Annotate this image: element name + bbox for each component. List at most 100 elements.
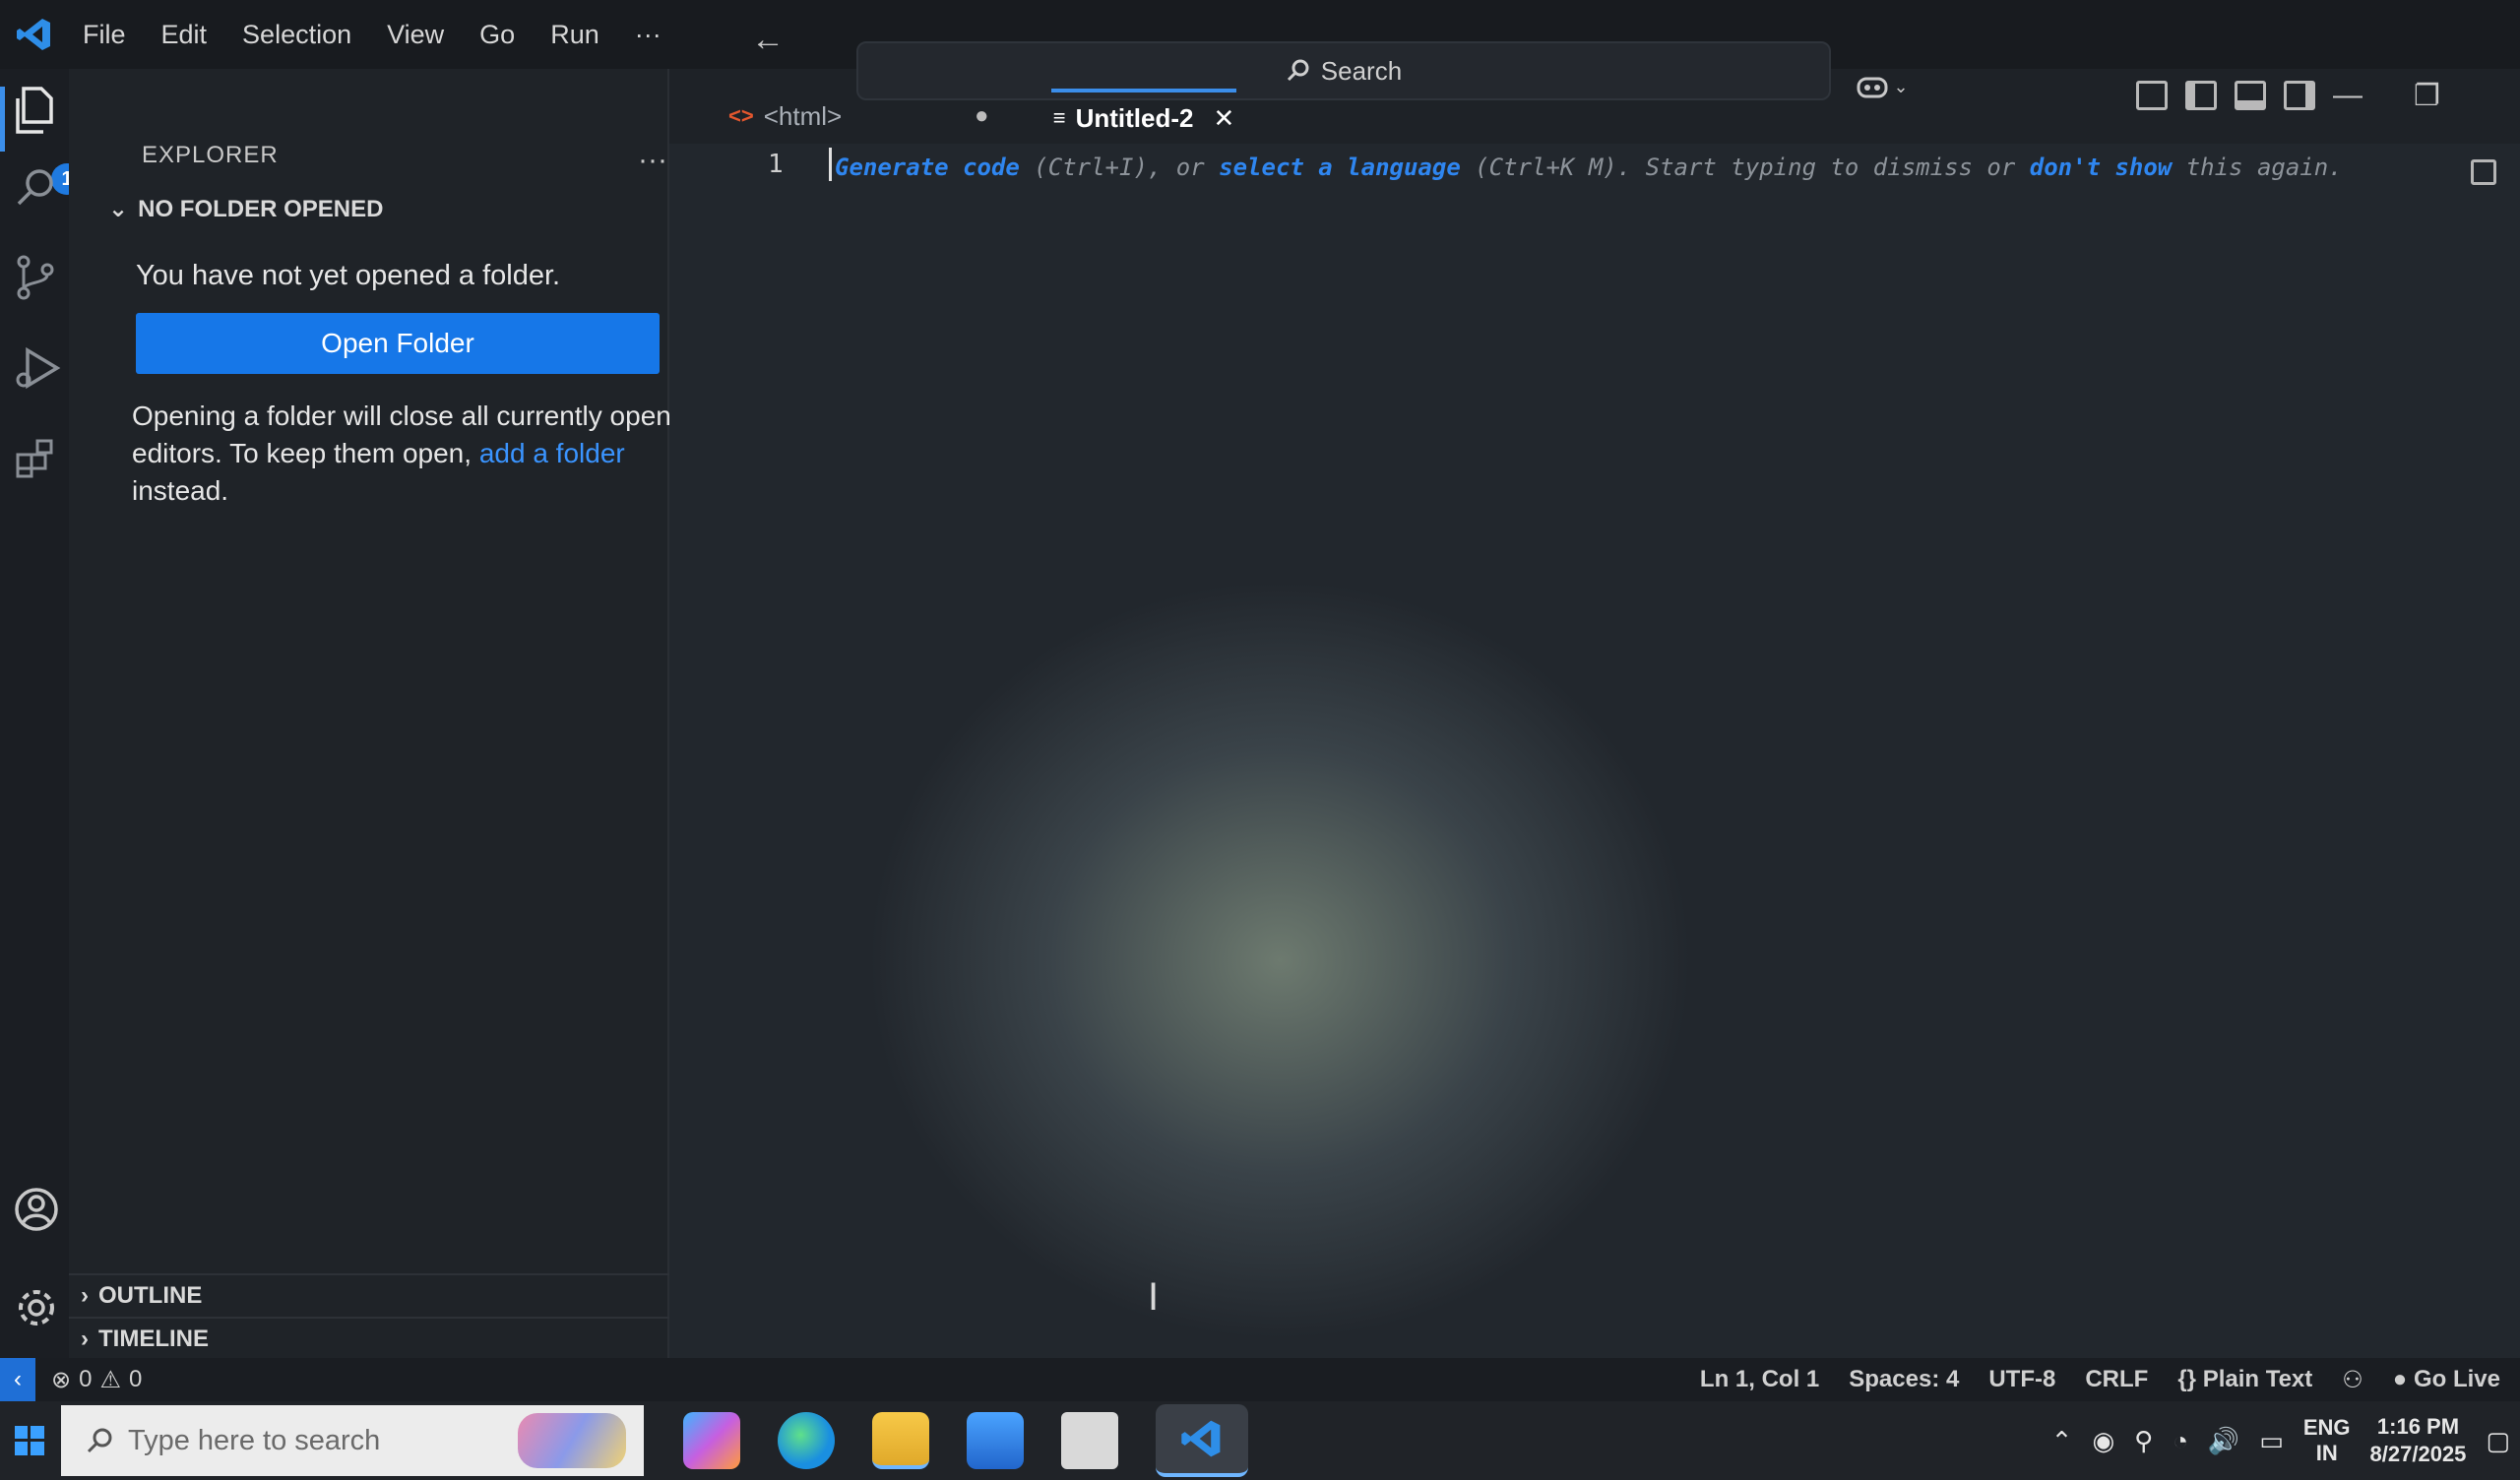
file-encoding[interactable]: UTF-8 xyxy=(1988,1366,2055,1393)
select-language-link[interactable]: select a language xyxy=(1219,154,1461,181)
mouse-ibeam-icon: I xyxy=(1148,1275,1160,1319)
editor-area[interactable]: 1 Generate code (Ctrl+I), or select a la… xyxy=(669,144,2520,1358)
editor-tab-bar: <> <html> ● ≡ Untitled-2 ✕ xyxy=(669,89,2520,144)
status-bar: ‹ ⊗ 0 ⚠ 0 Ln 1, Col 1 Spaces: 4 UTF-8 CR… xyxy=(0,1358,2520,1401)
text-file-icon: ≡ xyxy=(1052,105,1066,130)
extensions-icon[interactable] xyxy=(14,437,57,480)
mail-app-icon[interactable] xyxy=(1061,1412,1118,1469)
sidebar-title: EXPLORER xyxy=(142,142,279,168)
problems-indicator[interactable]: ⊗ 0 ⚠ 0 xyxy=(51,1366,142,1394)
dont-show-link[interactable]: don't show xyxy=(2030,154,2173,181)
clock-date: 8/27/2025 xyxy=(2369,1442,2467,1466)
html-file-icon: <> xyxy=(728,103,754,128)
tab-html-label: <html> xyxy=(763,100,843,131)
braces-icon: {} xyxy=(2177,1366,2197,1392)
chevron-right-icon: › xyxy=(81,1326,89,1352)
volume-icon[interactable]: 🔊 xyxy=(2208,1426,2239,1456)
edge-browser-icon[interactable] xyxy=(778,1412,835,1469)
end-of-line[interactable]: CRLF xyxy=(2085,1366,2148,1393)
lang-code: ENG xyxy=(2302,1415,2351,1440)
battery-icon[interactable]: ▭ xyxy=(2259,1426,2284,1456)
vscode-taskbar-icon[interactable] xyxy=(1156,1404,1248,1477)
language-label: Plain Text xyxy=(2202,1366,2313,1392)
language-mode[interactable]: {} Plain Text xyxy=(2177,1366,2312,1393)
activity-bar: 1 xyxy=(0,69,83,1358)
settings-gear-icon[interactable] xyxy=(14,1285,57,1328)
go-live-button[interactable]: ● Go Live xyxy=(2393,1366,2500,1393)
outline-label: OUTLINE xyxy=(98,1282,203,1309)
vscode-logo-icon xyxy=(0,0,69,69)
back-arrow-icon[interactable]: ← xyxy=(748,20,788,59)
source-control-icon[interactable] xyxy=(14,254,57,300)
menu-run[interactable]: Run xyxy=(536,10,613,59)
wifi-icon[interactable]: ◔ xyxy=(2173,1426,2188,1456)
windows-start-icon[interactable] xyxy=(0,1401,59,1480)
run-debug-icon[interactable] xyxy=(14,344,61,390)
no-folder-message: You have not yet opened a folder. xyxy=(136,260,561,291)
error-icon: ⊗ xyxy=(51,1366,72,1393)
show-hidden-icons-icon[interactable]: ⌃ xyxy=(2051,1426,2073,1456)
split-editor-icon[interactable] xyxy=(2471,159,2496,185)
broadcast-icon: ● xyxy=(2392,1366,2408,1392)
active-indicator xyxy=(0,87,5,152)
timeline-section-header[interactable]: › TIMELINE xyxy=(69,1317,669,1360)
indentation[interactable]: Spaces: 4 xyxy=(1849,1366,1959,1393)
clock-time: 1:16 PM xyxy=(2376,1414,2460,1439)
notifications-icon[interactable]: ▢ xyxy=(2486,1426,2510,1456)
camera-icon[interactable]: ⚲ xyxy=(2134,1426,2153,1456)
copilot-app-icon[interactable] xyxy=(683,1412,740,1469)
sidebar-more-button[interactable]: ··· xyxy=(638,144,667,177)
status-right-items: Ln 1, Col 1 Spaces: 4 UTF-8 CRLF {} Plai… xyxy=(1700,1358,2500,1401)
timeline-label: TIMELINE xyxy=(98,1326,209,1352)
lang-region: IN xyxy=(2315,1441,2338,1465)
menu-edit[interactable]: Edit xyxy=(148,10,221,59)
menu-go[interactable]: Go xyxy=(466,10,529,59)
file-explorer-icon[interactable] xyxy=(872,1412,929,1469)
chevron-right-icon: › xyxy=(81,1282,89,1309)
error-count: 0 xyxy=(79,1366,93,1392)
input-language[interactable]: ENG IN xyxy=(2303,1415,2351,1466)
text-cursor xyxy=(829,148,832,181)
help-text-after: instead. xyxy=(132,475,229,506)
menu-view[interactable]: View xyxy=(373,10,458,59)
taskbar-clock[interactable]: 1:16 PM 8/27/2025 xyxy=(2370,1413,2467,1468)
remote-indicator-icon[interactable]: ‹ xyxy=(0,1358,35,1401)
go-live-label: Go Live xyxy=(2413,1366,2500,1392)
menu-bar: File Edit Selection View Go Run ··· xyxy=(69,0,675,69)
hint-part-1: (Ctrl+I), or xyxy=(1019,154,1220,181)
explorer-icon[interactable] xyxy=(14,85,57,134)
cursor-position[interactable]: Ln 1, Col 1 xyxy=(1700,1366,1819,1393)
close-icon[interactable]: ✕ xyxy=(1213,103,1234,134)
vscode-window: File Edit Selection View Go Run ··· ← Se… xyxy=(0,0,2520,1480)
search-icon xyxy=(1287,59,1309,82)
taskbar-search-box[interactable]: Type here to search xyxy=(61,1405,644,1476)
microsoft-store-icon[interactable] xyxy=(967,1412,1024,1469)
tab-modified-dot[interactable]: ● xyxy=(975,89,989,144)
hint-part-2: (Ctrl+K M). Start typing to dismiss or xyxy=(1460,154,2030,181)
line-number: 1 xyxy=(768,150,784,179)
tab-untitled-2[interactable]: ≡ Untitled-2 ✕ xyxy=(1051,89,1236,144)
taskbar-search-placeholder: Type here to search xyxy=(128,1424,381,1456)
taskbar-apps xyxy=(683,1404,1248,1477)
search-icon xyxy=(87,1428,112,1453)
menu-more[interactable]: ··· xyxy=(621,10,675,59)
tab-html[interactable]: <> <html> xyxy=(728,89,842,144)
search-icon[interactable] xyxy=(14,165,57,209)
copilot-status-icon[interactable]: ⚇ xyxy=(2342,1366,2363,1394)
outline-section-header[interactable]: › OUTLINE xyxy=(69,1273,669,1317)
menu-file[interactable]: File xyxy=(69,10,140,59)
search-highlight-illustration-icon xyxy=(518,1413,626,1468)
warning-icon: ⚠ xyxy=(99,1366,121,1393)
add-folder-link[interactable]: add a folder xyxy=(479,438,625,468)
explorer-sidebar: EXPLORER ··· ⌄ NO FOLDER OPENED You have… xyxy=(69,69,671,1360)
generate-code-link[interactable]: Generate code xyxy=(835,154,1020,181)
open-folder-button[interactable]: Open Folder xyxy=(136,313,660,374)
warning-count: 0 xyxy=(128,1366,143,1392)
no-folder-section-header[interactable]: ⌄ NO FOLDER OPENED xyxy=(108,195,383,223)
menu-selection[interactable]: Selection xyxy=(228,10,365,59)
chevron-down-icon: ⌄ xyxy=(108,196,129,222)
empty-editor-hint: Generate code (Ctrl+I), or select a lang… xyxy=(835,154,2343,181)
account-icon[interactable] xyxy=(14,1187,58,1231)
hint-part-3: this again. xyxy=(2172,154,2343,181)
record-icon[interactable]: ◉ xyxy=(2092,1426,2114,1456)
